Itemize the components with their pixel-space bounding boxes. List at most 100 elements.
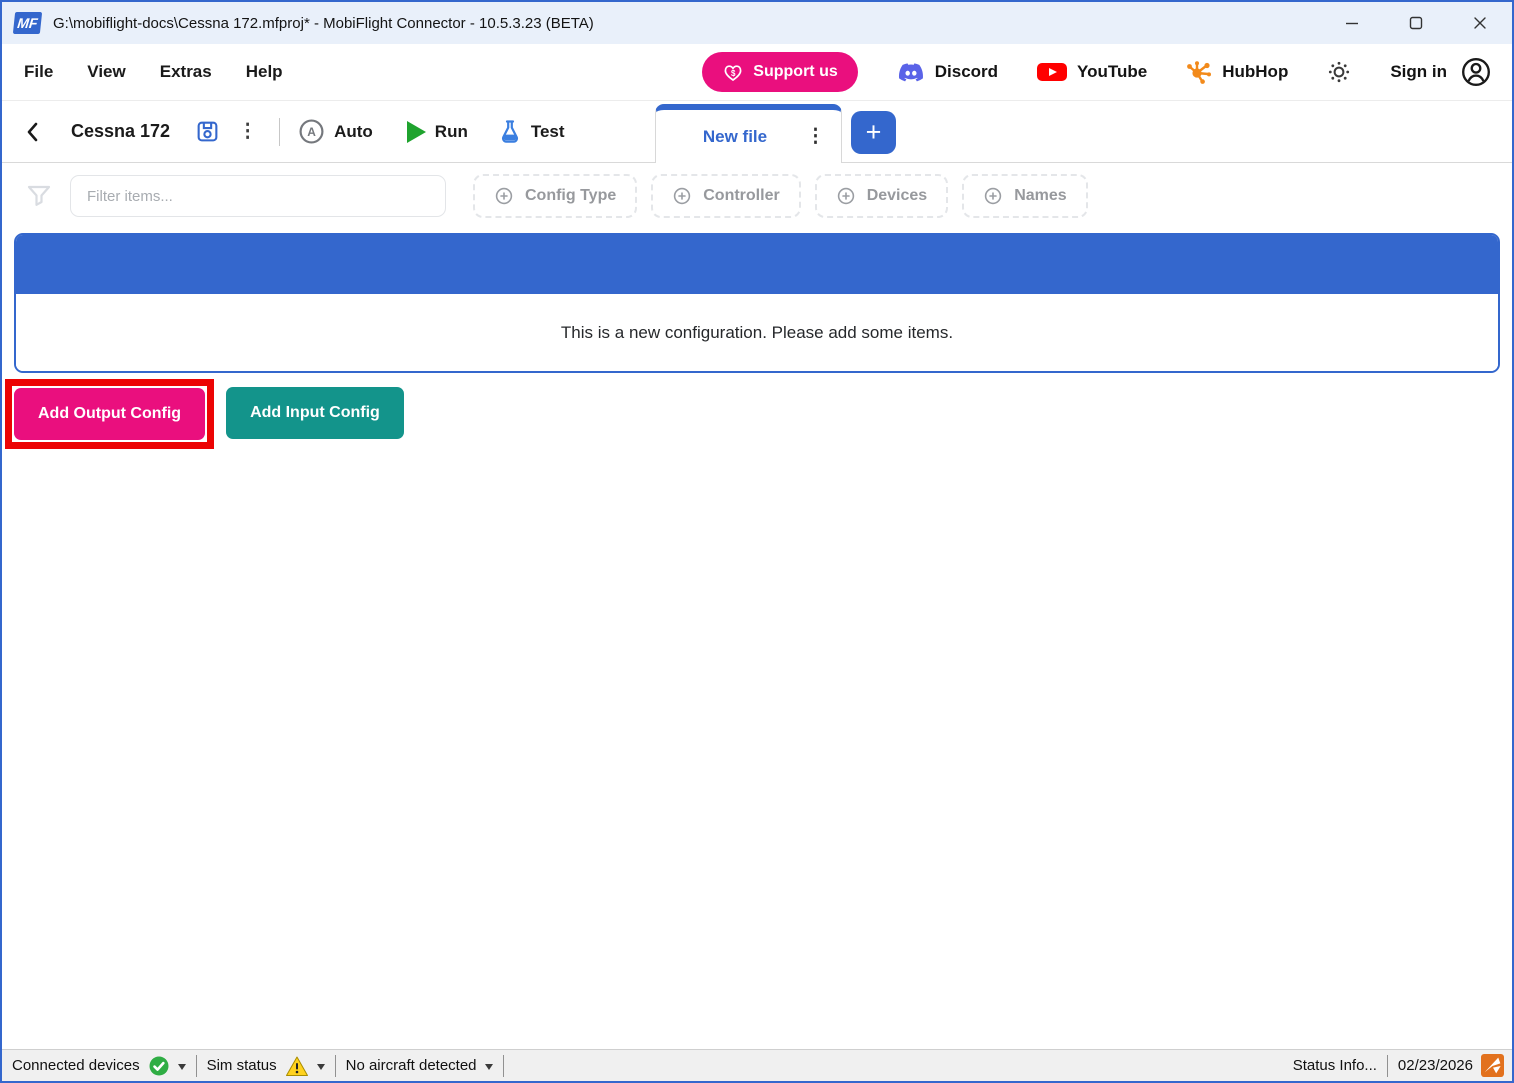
tab-menu-button[interactable]: ⋮	[800, 127, 831, 146]
status-bar: Connected devices Sim status No aircraft…	[2, 1049, 1512, 1081]
filter-chip-controller[interactable]: Controller	[651, 174, 800, 218]
test-label: Test	[531, 122, 565, 142]
statusbar-separator	[335, 1055, 336, 1077]
config-table-empty-row: This is a new configuration. Please add …	[16, 294, 1498, 371]
filter-chip-names[interactable]: Names	[962, 174, 1087, 218]
svg-text:$: $	[731, 69, 736, 78]
youtube-icon	[1036, 60, 1068, 84]
hubhop-link[interactable]: HubHop	[1185, 59, 1288, 85]
filter-bar: Config Type Controller Devices Names	[2, 163, 1512, 229]
toolbar: Cessna 172 ⋮ A Auto Run	[2, 101, 1512, 163]
statusbar-separator	[503, 1055, 504, 1077]
main-content: This is a new configuration. Please add …	[2, 229, 1512, 1049]
theme-toggle-button[interactable]	[1326, 59, 1352, 85]
save-button[interactable]	[195, 119, 220, 144]
auto-label: Auto	[334, 122, 373, 142]
toolbar-separator	[279, 118, 280, 146]
connected-devices-label: Connected devices	[12, 1057, 140, 1074]
support-us-button[interactable]: $ Support us	[702, 52, 857, 92]
window-title: G:\mobiflight-docs\Cessna 172.mfproj* - …	[53, 15, 594, 32]
filter-chip-config-type[interactable]: Config Type	[473, 174, 637, 218]
aircraft-status-label: No aircraft detected	[346, 1057, 477, 1074]
statusbar-separator	[1387, 1055, 1388, 1077]
config-table-header	[16, 235, 1498, 294]
sign-in-label: Sign in	[1390, 62, 1447, 82]
dropdown-caret-icon	[485, 1064, 493, 1070]
config-table: This is a new configuration. Please add …	[14, 233, 1500, 373]
svg-text:A: A	[307, 125, 316, 139]
filter-chip-devices[interactable]: Devices	[815, 174, 949, 218]
back-button[interactable]	[23, 120, 43, 144]
app-logo-icon: MF	[13, 12, 42, 34]
annotation-highlight-box: Add Output Config	[5, 379, 214, 449]
maximize-icon	[1409, 16, 1423, 30]
add-circle-icon	[672, 186, 692, 206]
tab-label: New file	[656, 127, 800, 147]
project-menu-button[interactable]: ⋮	[232, 122, 263, 141]
sim-status-label: Sim status	[207, 1057, 277, 1074]
msfs-sim-icon	[1481, 1054, 1504, 1077]
status-info-link[interactable]: Status Info...	[1293, 1057, 1377, 1074]
filter-funnel-icon	[25, 182, 53, 210]
window-controls	[1320, 2, 1512, 44]
sign-in-button[interactable]: Sign in	[1390, 56, 1492, 88]
aircraft-status-dropdown[interactable]: No aircraft detected	[346, 1057, 493, 1074]
save-icon	[195, 119, 220, 144]
menubar-right: $ Support us Discord YouTube	[702, 52, 1492, 92]
add-circle-icon	[983, 186, 1003, 206]
add-tab-button[interactable]: +	[851, 111, 896, 154]
test-flask-icon	[498, 119, 522, 145]
project-name: Cessna 172	[71, 121, 170, 142]
chip-label: Controller	[703, 187, 779, 205]
statusbar-right: Status Info... 02/23/2026	[1293, 1054, 1504, 1077]
menubar: File View Extras Help $ Support us Disco…	[2, 44, 1512, 101]
chip-label: Devices	[867, 187, 928, 205]
close-icon	[1473, 16, 1487, 30]
warning-icon	[285, 1055, 309, 1077]
auto-button[interactable]: A Auto	[298, 118, 373, 145]
run-label: Run	[435, 122, 468, 142]
empty-config-message: This is a new configuration. Please add …	[561, 323, 953, 343]
add-input-config-button[interactable]: Add Input Config	[226, 387, 404, 439]
dropdown-caret-icon	[178, 1064, 186, 1070]
app-window: MF G:\mobiflight-docs\Cessna 172.mfproj*…	[0, 0, 1514, 1083]
add-output-config-button[interactable]: Add Output Config	[14, 388, 205, 440]
discord-icon	[896, 60, 926, 84]
run-play-icon	[407, 121, 426, 143]
run-button[interactable]: Run	[407, 121, 468, 143]
tab-new-file[interactable]: New file ⋮	[655, 104, 842, 163]
menu-extras[interactable]: Extras	[160, 62, 212, 82]
user-avatar-icon	[1460, 56, 1492, 88]
support-us-label: Support us	[753, 63, 837, 81]
minimize-button[interactable]	[1320, 2, 1384, 44]
minimize-icon	[1345, 16, 1359, 30]
discord-label: Discord	[935, 62, 998, 82]
menu-file[interactable]: File	[24, 62, 53, 82]
hubhop-icon	[1185, 59, 1213, 85]
titlebar: MF G:\mobiflight-docs\Cessna 172.mfproj*…	[2, 2, 1512, 44]
statusbar-separator	[196, 1055, 197, 1077]
maximize-button[interactable]	[1384, 2, 1448, 44]
sun-icon	[1326, 59, 1352, 85]
action-buttons: Add Output Config Add Input Config	[5, 379, 1491, 449]
heart-dollar-icon: $	[722, 61, 744, 83]
discord-link[interactable]: Discord	[896, 60, 998, 84]
chip-label: Names	[1014, 187, 1066, 205]
add-circle-icon	[494, 186, 514, 206]
youtube-label: YouTube	[1077, 62, 1147, 82]
filter-input[interactable]	[70, 175, 446, 217]
app-logo-text: MF	[17, 15, 39, 31]
sim-status-dropdown[interactable]: Sim status	[207, 1055, 325, 1077]
menu-view[interactable]: View	[87, 62, 125, 82]
back-chevron-icon	[23, 120, 43, 144]
hubhop-label: HubHop	[1222, 62, 1288, 82]
test-button[interactable]: Test	[498, 119, 565, 145]
add-circle-icon	[836, 186, 856, 206]
connected-devices-dropdown[interactable]: Connected devices	[12, 1055, 186, 1077]
auto-icon: A	[298, 118, 325, 145]
dropdown-caret-icon	[317, 1064, 325, 1070]
menu-help[interactable]: Help	[246, 62, 283, 82]
status-ok-icon	[148, 1055, 170, 1077]
youtube-link[interactable]: YouTube	[1036, 60, 1147, 84]
close-button[interactable]	[1448, 2, 1512, 44]
